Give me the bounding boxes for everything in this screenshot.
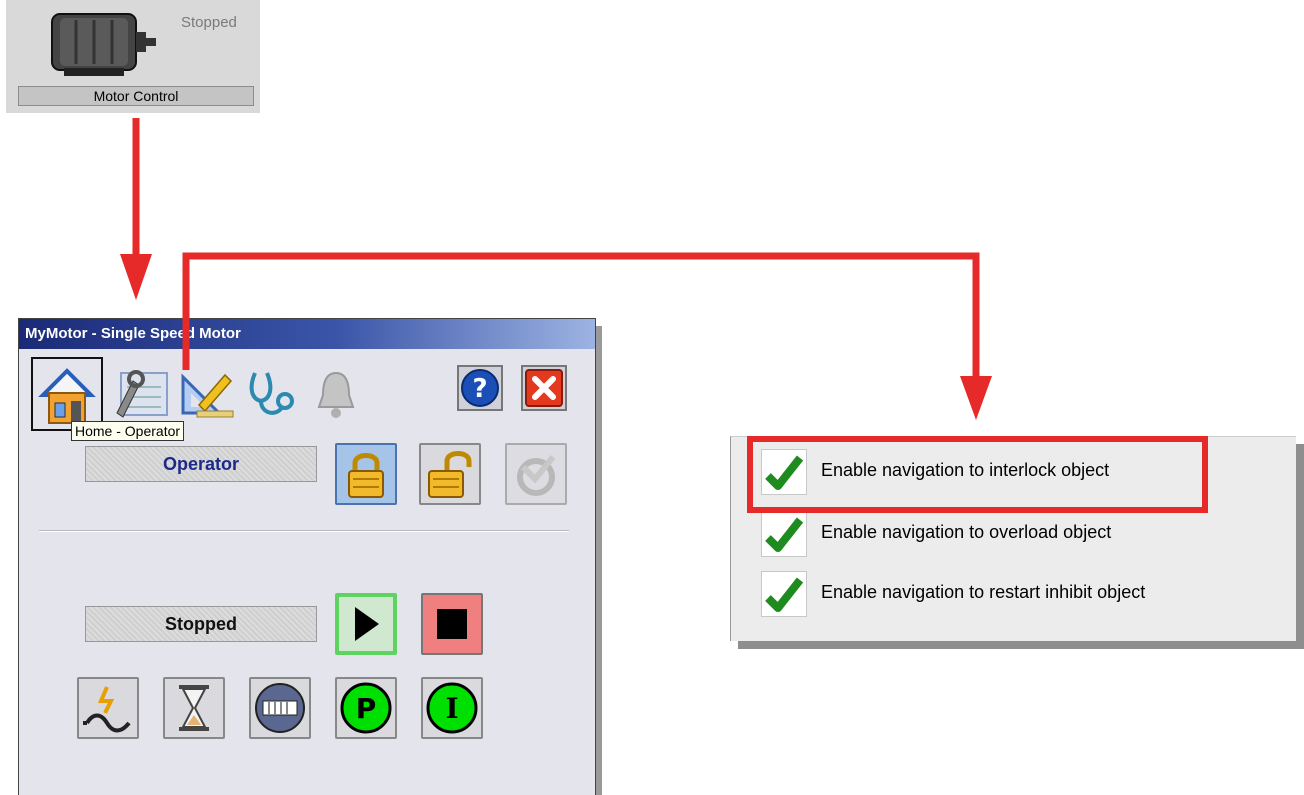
arrowhead-faceplate [120,254,152,300]
annotation-arrows [120,118,992,420]
arrowhead-config [960,376,992,420]
arrow-engineering-to-config [182,252,980,380]
